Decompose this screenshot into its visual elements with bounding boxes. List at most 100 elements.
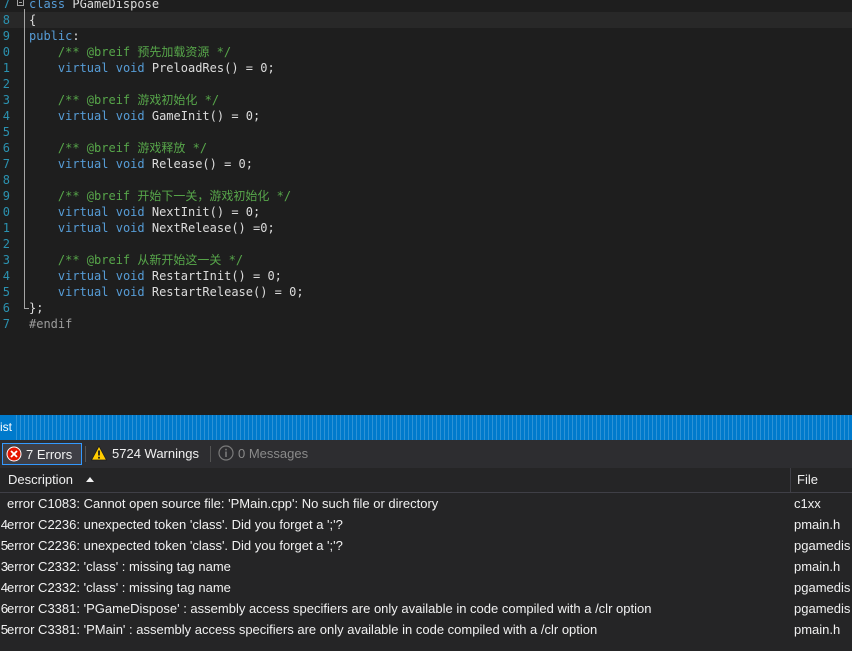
- toolbar-separator: [210, 446, 211, 462]
- error-description: error C1083: Cannot open source file: 'P…: [7, 496, 439, 511]
- preprocessor-token: #endif: [29, 317, 73, 331]
- code-line[interactable]: 8{: [0, 12, 852, 28]
- code-line[interactable]: 7 class PGameDispose: [0, 0, 852, 12]
- code-line[interactable]: 8: [0, 172, 852, 188]
- error-file: pmain.h: [794, 622, 841, 637]
- code-line[interactable]: 6 /** @breif 游戏释放 */: [0, 140, 852, 156]
- error-row[interactable]: 4 error C2332: 'class' : missing tag name…: [0, 577, 852, 598]
- file-column-header[interactable]: File: [791, 468, 852, 492]
- error-row[interactable]: 5 error C2236: unexpected token 'class'. …: [0, 535, 852, 556]
- code-token: PreloadRes() = 0;: [144, 61, 275, 75]
- panel-title-bar[interactable]: ist: [0, 415, 852, 440]
- line-number: 0: [2, 45, 10, 59]
- line-number: 3: [2, 253, 10, 267]
- error-description: error C2236: unexpected token 'class'. D…: [7, 538, 343, 553]
- line-number: 7: [2, 0, 10, 11]
- line-number: 8: [2, 13, 10, 27]
- comment-token: /** @breif 开始下一关，游戏初始化 */: [57, 189, 292, 203]
- keyword-token: virtual: [57, 269, 109, 283]
- code-text: virtual void RestartInit() = 0;: [29, 268, 282, 284]
- error-row[interactable]: 3 error C2332: 'class' : missing tag name…: [0, 556, 852, 577]
- code-line[interactable]: 4 virtual void RestartInit() = 0;: [0, 268, 852, 284]
- code-token: PGameDispose: [65, 0, 160, 11]
- error-row[interactable]: 4 error C2236: unexpected token 'class'. …: [0, 514, 852, 535]
- sort-ascending-icon: [86, 477, 94, 482]
- code-token: Release() = 0;: [144, 157, 253, 171]
- keyword-token: virtual: [57, 221, 109, 235]
- code-token: NextInit() = 0;: [144, 205, 261, 219]
- messages-filter-label: 0 Messages: [238, 446, 309, 461]
- code-text: };: [29, 300, 43, 316]
- error-file: pgamedis: [794, 538, 851, 553]
- code-line[interactable]: 7 #endif: [0, 316, 852, 332]
- line-number: 4: [2, 109, 10, 123]
- code-text: {: [29, 12, 36, 28]
- error-file: pgamedis: [794, 580, 851, 595]
- line-number: 4: [2, 269, 10, 283]
- description-header-label: Description: [8, 472, 74, 487]
- keyword-token: void: [115, 109, 145, 123]
- keyword-token: void: [115, 61, 145, 75]
- code-line[interactable]: 2: [0, 76, 852, 92]
- fold-guide-line: [24, 9, 25, 308]
- code-line[interactable]: 5: [0, 124, 852, 140]
- code-line[interactable]: 2: [0, 236, 852, 252]
- error-file: c1xx: [794, 496, 821, 511]
- code-line[interactable]: 9 /** @breif 开始下一关，游戏初始化 */: [0, 188, 852, 204]
- code-text: virtual void Release() = 0;: [29, 156, 253, 172]
- code-line[interactable]: 3 /** @breif 游戏初始化 */: [0, 92, 852, 108]
- code-line[interactable]: 1 virtual void PreloadRes() = 0;: [0, 60, 852, 76]
- line-number: 2: [2, 77, 10, 91]
- code-line[interactable]: 6};: [0, 300, 852, 316]
- line-number: 8: [2, 173, 10, 187]
- code-text: virtual void PreloadRes() = 0;: [29, 60, 275, 76]
- error-description: error C2332: 'class' : missing tag name: [7, 559, 231, 574]
- code-text: virtual void RestartRelease() = 0;: [29, 284, 304, 300]
- line-number: 9: [2, 29, 10, 43]
- error-row[interactable]: 5 error C3381: 'PMain' : assembly access …: [0, 619, 852, 640]
- code-text: /** @breif 从新开始这一关 */: [29, 252, 243, 268]
- comment-token: /** @breif 游戏初始化 */: [57, 93, 220, 107]
- keyword-token: void: [115, 285, 145, 299]
- error-file: pgamedis: [794, 601, 851, 616]
- warnings-filter-button[interactable]: 5724 Warnings: [88, 443, 204, 465]
- code-line[interactable]: 0 /** @breif 预先加载资源 */: [0, 44, 852, 60]
- line-number: 7: [2, 317, 10, 331]
- info-circle-icon: [218, 445, 234, 461]
- code-text: /** @breif 游戏初始化 */: [29, 92, 219, 108]
- code-line[interactable]: 0 virtual void NextInit() = 0;: [0, 204, 852, 220]
- line-number: 0: [2, 205, 10, 219]
- code-line[interactable]: 5 virtual void RestartRelease() = 0;: [0, 284, 852, 300]
- code-line[interactable]: 9 public:: [0, 28, 852, 44]
- line-number: 6: [2, 141, 10, 155]
- keyword-token: virtual: [57, 205, 109, 219]
- code-line[interactable]: 3 /** @breif 从新开始这一关 */: [0, 252, 852, 268]
- code-text: virtual void NextRelease() =0;: [29, 220, 275, 236]
- error-description: error C2332: 'class' : missing tag name: [7, 580, 231, 595]
- error-row[interactable]: error C1083: Cannot open source file: 'P…: [0, 493, 852, 514]
- error-row[interactable]: 6 error C3381: 'PGameDispose' : assembly …: [0, 598, 852, 619]
- code-token: {: [29, 13, 37, 27]
- error-file: pmain.h: [794, 517, 841, 532]
- code-token: RestartRelease() = 0;: [144, 285, 304, 299]
- description-column-header[interactable]: Description: [0, 468, 791, 492]
- errors-filter-button[interactable]: 7 Errors: [2, 443, 82, 465]
- code-text: virtual void GameInit() = 0;: [29, 108, 260, 124]
- code-line[interactable]: 1 virtual void NextRelease() =0;: [0, 220, 852, 236]
- toolbar-separator: [85, 446, 86, 462]
- keyword-token: class: [29, 0, 66, 11]
- code-token: NextRelease() =0;: [144, 221, 275, 235]
- code-line[interactable]: 7 virtual void Release() = 0;: [0, 156, 852, 172]
- messages-filter-button[interactable]: 0 Messages: [214, 443, 314, 465]
- code-line[interactable]: 4 virtual void GameInit() = 0;: [0, 108, 852, 124]
- code-editor[interactable]: 7 class PGameDispose 8{9 public: 0 /** @brei…: [0, 0, 852, 415]
